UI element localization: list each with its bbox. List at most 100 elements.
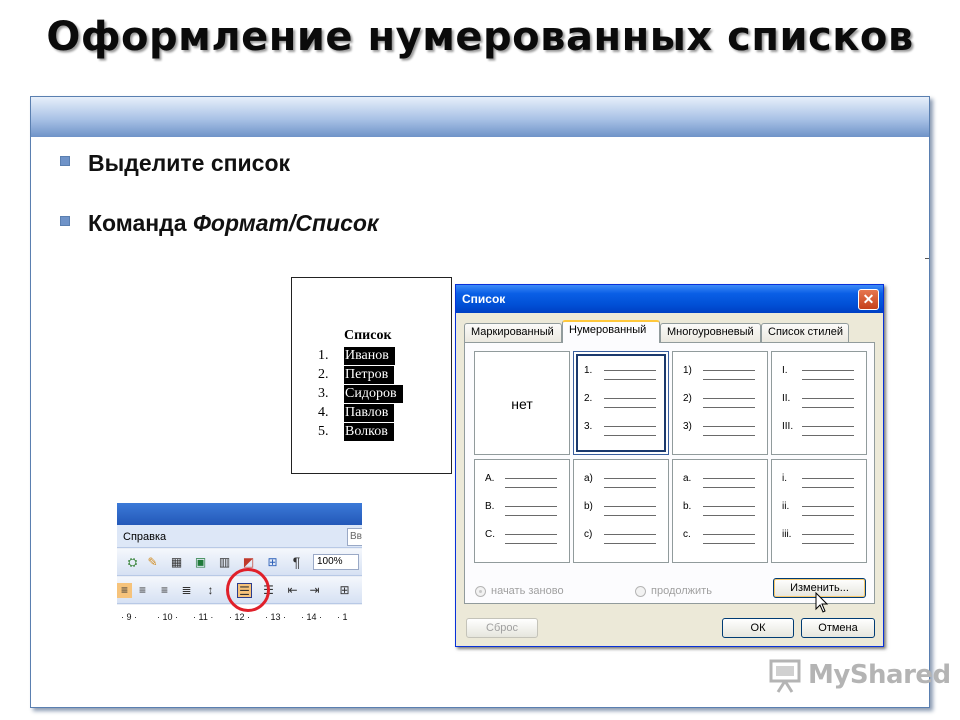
style-marker: b) bbox=[584, 501, 593, 512]
tab-numbered[interactable]: Нумерованный bbox=[562, 320, 660, 343]
tab-bulleted[interactable]: Маркированный bbox=[464, 323, 562, 342]
tab-list-styles[interactable]: Список стилей bbox=[761, 323, 849, 342]
style-line bbox=[604, 478, 656, 479]
style-marker: b. bbox=[683, 501, 692, 512]
mouse-cursor-icon bbox=[815, 592, 829, 613]
menu-help[interactable]: Справка bbox=[123, 531, 166, 543]
style-line bbox=[505, 487, 557, 488]
align-right-icon[interactable]: ≡ bbox=[157, 583, 172, 598]
style-marker: C. bbox=[485, 529, 495, 540]
tab-multilevel[interactable]: Многоуровневый bbox=[660, 323, 761, 342]
document-list-item: 4. Павлов bbox=[318, 403, 403, 422]
numbering-style-option[interactable]: 1. 2. 3. bbox=[573, 351, 669, 455]
style-line bbox=[703, 398, 755, 399]
bullet-text: Выделите список bbox=[88, 150, 291, 176]
bullet-text-plain: Команда bbox=[88, 210, 193, 236]
ok-button[interactable]: ОК bbox=[722, 618, 794, 638]
ruler-tick-label: · 1 bbox=[337, 612, 348, 622]
line-spacing-icon[interactable]: ↕ bbox=[203, 583, 218, 598]
selected-list-text: Иванов bbox=[344, 346, 395, 365]
menu-bar: Справка bbox=[117, 525, 362, 548]
list-number: 3. bbox=[318, 385, 329, 401]
style-line bbox=[802, 435, 854, 436]
style-marker: III. bbox=[782, 421, 794, 432]
style-line bbox=[703, 370, 755, 371]
selected-list-text: Петров bbox=[344, 365, 395, 384]
document-list-item: 1. Иванов bbox=[318, 346, 403, 365]
numbering-style-option[interactable]: a) b) c) bbox=[573, 459, 669, 563]
align-left-icon[interactable]: ≡ bbox=[117, 583, 132, 598]
ruler-tick-label: · 13 · bbox=[265, 612, 287, 622]
numbering-style-none[interactable]: нет bbox=[474, 351, 570, 455]
style-line bbox=[703, 487, 755, 488]
radio-continue[interactable] bbox=[635, 586, 646, 597]
dialog-titlebar[interactable]: Список ✕ bbox=[456, 285, 883, 313]
style-line bbox=[604, 487, 656, 488]
selected-list-text: Волков bbox=[344, 422, 394, 441]
decrease-indent-icon[interactable]: ⇤ bbox=[285, 583, 300, 598]
style-line bbox=[802, 506, 854, 507]
hyperlink-icon[interactable]: ⛭ bbox=[125, 555, 140, 570]
justify-icon[interactable]: ≣ bbox=[179, 583, 194, 598]
close-icon[interactable]: ✕ bbox=[858, 289, 879, 310]
style-line bbox=[604, 543, 656, 544]
style-marker: 3) bbox=[683, 421, 692, 432]
style-line bbox=[802, 543, 854, 544]
increase-indent-icon[interactable]: ⇥ bbox=[307, 583, 322, 598]
style-line bbox=[802, 487, 854, 488]
style-line bbox=[802, 534, 854, 535]
radio-restart-label: начать заново bbox=[491, 585, 564, 597]
ruler-tick-label: · 11 · bbox=[193, 612, 214, 622]
style-line bbox=[802, 478, 854, 479]
style-line bbox=[505, 506, 557, 507]
highlight-circle bbox=[226, 568, 270, 612]
insert-table-icon[interactable]: ▦ bbox=[169, 555, 184, 570]
style-marker: 2. bbox=[584, 393, 593, 404]
watermark: MyShared bbox=[768, 656, 951, 696]
reset-button[interactable]: Сброс bbox=[466, 618, 538, 638]
style-line bbox=[802, 515, 854, 516]
document-map-icon[interactable]: ⊞ bbox=[265, 555, 280, 570]
font-box-fragment[interactable]: Вв bbox=[347, 528, 362, 546]
numbering-style-option[interactable]: I. II. III. bbox=[771, 351, 867, 455]
numbering-style-option[interactable]: 1) 2) 3) bbox=[672, 351, 768, 455]
style-line bbox=[505, 515, 557, 516]
style-marker: c) bbox=[584, 529, 593, 540]
list-number: 2. bbox=[318, 366, 329, 382]
zoom-box[interactable]: 100% bbox=[313, 554, 359, 570]
style-marker: c. bbox=[683, 529, 691, 540]
insert-excel-icon[interactable]: ▣ bbox=[193, 555, 208, 570]
dialog-title: Список bbox=[462, 292, 506, 306]
cancel-button[interactable]: Отмена bbox=[801, 618, 875, 638]
style-marker: B. bbox=[485, 501, 495, 512]
style-line bbox=[703, 407, 755, 408]
style-line bbox=[802, 426, 854, 427]
numbering-style-option[interactable]: A. B. C. bbox=[474, 459, 570, 563]
window-titlebar-strip bbox=[117, 503, 362, 525]
document-list-item: 2. Петров bbox=[318, 365, 403, 384]
watermark-text: MyShared bbox=[808, 660, 951, 690]
style-marker: A. bbox=[485, 473, 495, 484]
ruler-tick-label: · 12 · bbox=[229, 612, 251, 622]
ruler-tick-label: · 14 · bbox=[301, 612, 323, 622]
align-center-icon[interactable]: ≡ bbox=[135, 583, 150, 598]
columns-icon[interactable]: ▥ bbox=[217, 555, 232, 570]
style-line bbox=[703, 379, 755, 380]
style-line bbox=[802, 379, 854, 380]
bullet-text-italic: Формат/Список bbox=[192, 210, 379, 236]
style-marker: iii. bbox=[782, 529, 792, 540]
style-line bbox=[604, 426, 656, 427]
style-line bbox=[604, 398, 656, 399]
numbering-style-option[interactable]: a. b. c. bbox=[672, 459, 768, 563]
style-line bbox=[604, 370, 656, 371]
numbering-style-option[interactable]: i. ii. iii. bbox=[771, 459, 867, 563]
pilcrow-icon[interactable]: ¶ bbox=[289, 555, 304, 570]
style-line bbox=[703, 543, 755, 544]
radio-restart[interactable] bbox=[475, 586, 486, 597]
borders-icon[interactable]: ⊞ bbox=[337, 583, 352, 598]
presentation-board-icon bbox=[769, 659, 801, 693]
panel-header-band bbox=[31, 97, 929, 137]
tables-borders-icon[interactable]: ✎ bbox=[145, 555, 160, 570]
style-line bbox=[802, 398, 854, 399]
document-heading: Список bbox=[344, 328, 392, 343]
